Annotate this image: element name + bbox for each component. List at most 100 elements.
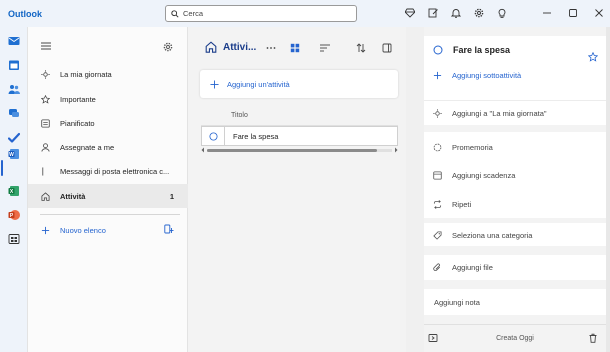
- task-list-pane: Attivi... Aggiungi un'attività Titolo Fa…: [188, 27, 406, 352]
- column-header-title[interactable]: Titolo: [201, 106, 398, 126]
- window-edge: [606, 27, 610, 352]
- calendar-icon: [433, 171, 442, 180]
- app-bar: W X P: [0, 27, 27, 352]
- plus-icon: [210, 79, 219, 89]
- sidebar-item-label: Attività: [60, 191, 86, 201]
- hamburger-menu-icon[interactable]: [41, 42, 51, 50]
- app-title: Outlook: [8, 8, 42, 19]
- hide-detail-icon[interactable]: [428, 333, 438, 343]
- mail-app-icon[interactable]: [7, 34, 20, 47]
- task-title-row[interactable]: Fare la spesa: [424, 36, 606, 64]
- list-title[interactable]: Attivi...: [223, 42, 256, 53]
- sidebar-item-label: La mia giornata: [60, 69, 112, 79]
- calendar-app-icon[interactable]: [7, 58, 20, 71]
- sun-icon: [41, 69, 50, 79]
- list-header: Attivi...: [205, 41, 256, 53]
- groups-app-icon[interactable]: [7, 106, 20, 119]
- repeat-button[interactable]: Ripeti: [424, 190, 606, 218]
- plus-icon: [433, 71, 442, 80]
- new-group-icon[interactable]: [164, 224, 174, 234]
- maximize-icon[interactable]: [566, 6, 580, 20]
- sidebar-item-flagged-email[interactable]: Messaggi di posta elettronica c...: [28, 159, 188, 183]
- sort-icon[interactable]: [355, 42, 367, 54]
- task-count-badge: 1: [169, 191, 174, 201]
- sidebar-item-label: Importante: [60, 94, 96, 104]
- plus-icon: [41, 226, 50, 235]
- file-card: Aggiungi file: [424, 255, 606, 280]
- category-card: Seleziona una categoria: [424, 223, 606, 246]
- add-file-button[interactable]: Aggiungi file: [424, 256, 606, 278]
- more-apps-icon[interactable]: [7, 232, 20, 245]
- star-icon: [41, 94, 50, 104]
- scroll-right-icon[interactable]: [394, 147, 398, 153]
- calendar-grid-icon: [41, 118, 50, 128]
- add-to-my-day-button[interactable]: Aggiungi a "La mia giornata": [424, 102, 606, 124]
- compose-note-icon[interactable]: [426, 6, 440, 20]
- note-card: Aggiungi nota: [424, 289, 606, 315]
- created-date-text: Creata Oggi: [496, 335, 534, 342]
- sidebar-item-planned[interactable]: Pianificato: [28, 111, 188, 135]
- minimize-icon[interactable]: [540, 6, 554, 20]
- close-icon[interactable]: [592, 6, 606, 20]
- new-list-label: Nuovo elenco: [60, 225, 106, 235]
- task-complete-checkbox[interactable]: [202, 131, 224, 141]
- task-complete-circle-icon[interactable]: [433, 45, 443, 55]
- task-detail-pane: Fare la spesa Aggiungi sottoattività Agg…: [424, 27, 606, 352]
- table-row[interactable]: Fare la spesa: [201, 126, 398, 146]
- flag-icon: [41, 166, 50, 176]
- task-title-cell: Fare la spesa: [224, 127, 278, 145]
- sidebar-divider: [40, 214, 180, 215]
- trash-icon[interactable]: [588, 333, 598, 343]
- excel-app-icon[interactable]: X: [7, 184, 20, 197]
- search-input[interactable]: Cerca: [165, 5, 357, 22]
- horizontal-scrollbar[interactable]: [201, 147, 398, 153]
- sidebar-item-label: Assegnate a me: [60, 142, 115, 152]
- sidebar-item-label: Pianificato: [60, 118, 95, 128]
- lightbulb-icon[interactable]: [495, 6, 509, 20]
- powerpoint-app-icon[interactable]: P: [7, 208, 20, 221]
- sidebar-item-tasks[interactable]: Attività 1: [28, 184, 188, 208]
- sidebar-item-label: Messaggi di posta elettronica c...: [60, 166, 170, 176]
- scrollbar-thumb[interactable]: [207, 148, 378, 152]
- settings-gear-icon[interactable]: [163, 42, 173, 52]
- reminder-button[interactable]: Promemoria: [424, 133, 606, 161]
- premium-diamond-icon[interactable]: [403, 6, 417, 20]
- grid-view-icon[interactable]: [289, 42, 301, 54]
- task-table: Titolo Fare la spesa: [201, 106, 398, 146]
- sidebar: La mia giornata Importante Pianificato A…: [27, 27, 188, 352]
- sun-icon: [433, 108, 442, 118]
- people-app-icon[interactable]: [7, 82, 20, 95]
- reminder-bell-icon: [433, 143, 442, 152]
- search-icon: [171, 9, 179, 18]
- repeat-icon: [433, 199, 442, 209]
- task-title[interactable]: Fare la spesa: [453, 45, 510, 55]
- tag-icon: [433, 230, 442, 240]
- dates-card: Promemoria Aggiungi scadenza Ripeti: [424, 132, 606, 218]
- todo-app-icon[interactable]: [7, 131, 20, 144]
- word-app-icon[interactable]: W: [7, 147, 20, 160]
- add-task-placeholder: Aggiungi un'attività: [227, 79, 290, 89]
- add-to-my-day-card: Aggiungi a "La mia giornata": [424, 100, 606, 125]
- list-view-icon[interactable]: [319, 42, 331, 54]
- search-value: Cerca: [183, 9, 204, 18]
- more-options-icon[interactable]: [265, 42, 277, 54]
- due-date-button[interactable]: Aggiungi scadenza: [424, 161, 606, 190]
- add-subtask-button[interactable]: Aggiungi sottoattività: [424, 64, 606, 86]
- detail-footer: Creata Oggi: [424, 324, 606, 352]
- detail-panel-icon[interactable]: [381, 42, 393, 54]
- gear-icon[interactable]: [472, 6, 486, 20]
- add-note-input[interactable]: Aggiungi nota: [424, 291, 606, 313]
- list-home-icon: [205, 41, 217, 53]
- home-icon: [41, 191, 50, 201]
- active-app-indicator: [1, 160, 3, 176]
- task-header-card: Fare la spesa Aggiungi sottoattività: [424, 36, 606, 100]
- scroll-left-icon[interactable]: [201, 147, 205, 153]
- sidebar-item-assigned-to-me[interactable]: Assegnate a me: [28, 135, 188, 159]
- select-category-button[interactable]: Seleziona una categoria: [424, 224, 606, 246]
- sidebar-item-important[interactable]: Importante: [28, 87, 188, 111]
- bell-icon[interactable]: [449, 6, 463, 20]
- svg-text:W: W: [9, 151, 14, 157]
- importance-star-icon[interactable]: [588, 52, 598, 62]
- add-task-input[interactable]: Aggiungi un'attività: [200, 70, 398, 98]
- sidebar-item-my-day[interactable]: La mia giornata: [28, 62, 188, 86]
